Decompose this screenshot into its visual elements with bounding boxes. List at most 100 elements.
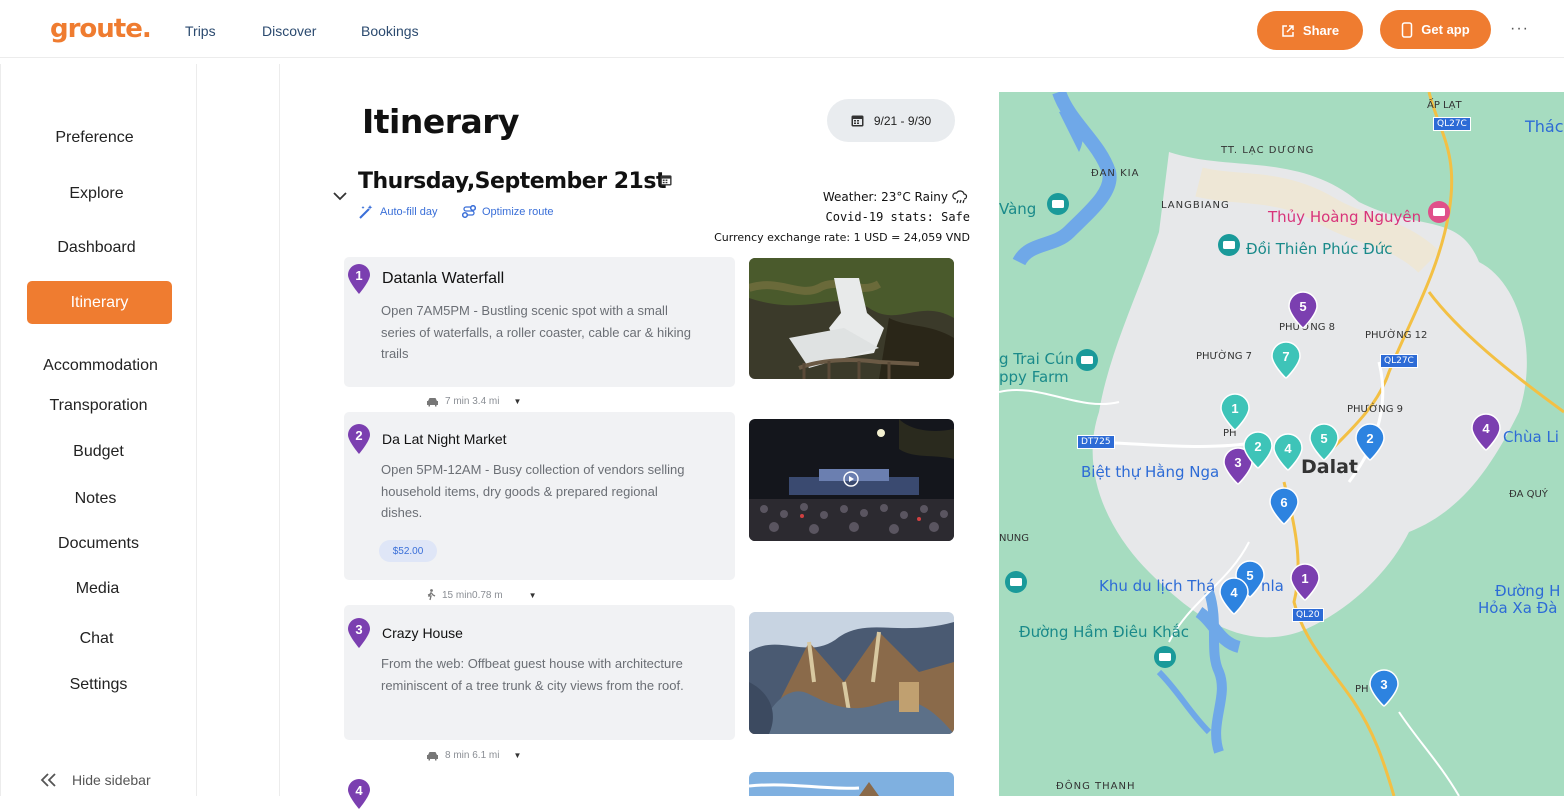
svg-text:2: 2 xyxy=(1366,431,1373,446)
share-icon xyxy=(1282,24,1294,37)
hide-sidebar-button[interactable]: Hide sidebar xyxy=(40,772,151,788)
page-title: Itinerary xyxy=(362,102,520,141)
auto-fill-day-button[interactable]: Auto-fill day xyxy=(359,205,437,219)
svg-text:5: 5 xyxy=(1246,568,1253,583)
purple-pin: 1 xyxy=(1290,563,1320,601)
sidebar-item-chat[interactable]: Chat xyxy=(0,630,195,648)
svg-text:5: 5 xyxy=(1299,299,1306,314)
calendar-icon xyxy=(851,115,864,127)
sidebar-item-preference[interactable]: Preference xyxy=(0,129,193,147)
walk-icon xyxy=(427,589,436,601)
teal-pin: 4 xyxy=(1273,433,1303,471)
auto-fill-day-label: Auto-fill day xyxy=(380,206,438,218)
nav-bookings[interactable]: Bookings xyxy=(361,23,419,39)
stop-desc-1: Open 7AM5PM - Bustling scenic spot with … xyxy=(381,303,691,361)
sidebar-item-notes[interactable]: Notes xyxy=(0,490,194,508)
sidebar-item-media[interactable]: Media xyxy=(0,580,196,598)
caret-down-icon[interactable]: ▼ xyxy=(513,397,521,406)
share-button[interactable]: Share xyxy=(1257,11,1363,50)
day-calendar-icon[interactable] xyxy=(660,174,672,186)
svg-text:1: 1 xyxy=(1231,401,1238,416)
svg-text:2: 2 xyxy=(355,428,362,443)
map-view[interactable]: ẤP LẠT QL27C Thác TT. LẠC DƯƠNG ĐAN KIA … xyxy=(999,92,1564,796)
sidebar-item-dashboard[interactable]: Dashboard xyxy=(0,239,195,257)
svg-text:4: 4 xyxy=(1284,441,1292,456)
svg-text:4: 4 xyxy=(1482,421,1490,436)
double-chevron-left-icon xyxy=(40,773,56,787)
waterfall-image xyxy=(749,258,954,379)
blue-pin: 3 xyxy=(1369,669,1399,707)
stop-desc-2: Open 5PM-12AM - Busy collection of vendo… xyxy=(381,462,685,520)
magic-wand-icon xyxy=(359,205,373,219)
more-menu-icon[interactable]: ··· xyxy=(1510,20,1529,38)
get-app-button[interactable]: Get app xyxy=(1380,10,1491,49)
blue-pin: 2 xyxy=(1355,423,1385,461)
teal-pin: 7 xyxy=(1271,341,1301,379)
currency-rate: Currency exchange rate: 1 USD = 24,059 V… xyxy=(714,231,970,244)
share-label: Share xyxy=(1302,23,1340,38)
nav-discover[interactable]: Discover xyxy=(262,23,316,39)
svg-text:3: 3 xyxy=(355,622,362,637)
stop-photo-4[interactable] xyxy=(749,772,954,796)
svg-text:3: 3 xyxy=(1234,455,1241,470)
stop-desc-3: From the web: Offbeat guest house with a… xyxy=(381,656,684,693)
teal-pin: 1 xyxy=(1220,393,1250,431)
svg-text:1: 1 xyxy=(355,268,362,283)
hide-sidebar-label: Hide sidebar xyxy=(72,772,151,788)
sidebar-item-accommodation[interactable]: Accommodation xyxy=(2,357,199,375)
stop-marker-4-icon: 4 xyxy=(348,779,370,809)
caret-down-icon[interactable]: ▼ xyxy=(529,591,537,600)
sidebar-item-explore[interactable]: Explore xyxy=(0,185,195,203)
groute-logo[interactable]: groute. xyxy=(50,14,152,44)
sidebar-item-settings[interactable]: Settings xyxy=(0,676,197,694)
crazy-house-image xyxy=(749,612,954,734)
stop-photo-1[interactable] xyxy=(749,258,954,379)
svg-text:5: 5 xyxy=(1320,431,1327,446)
stop-photo-2[interactable] xyxy=(749,419,954,541)
sidebar-item-itinerary[interactable]: Itinerary xyxy=(27,281,172,324)
price-badge: $52.00 xyxy=(379,540,437,562)
car-icon xyxy=(427,397,438,406)
travel-text-3: 8 min 6.1 mi xyxy=(445,750,500,761)
purple-pin: 5 xyxy=(1288,291,1318,329)
teal-pin: 5 xyxy=(1309,423,1339,461)
get-app-label: Get app xyxy=(1421,22,1470,37)
stop-name-1[interactable]: Datanla Waterfall xyxy=(382,270,504,288)
nav-trips[interactable]: Trips xyxy=(185,23,216,39)
sidebar-item-budget[interactable]: Budget xyxy=(0,443,197,461)
stop-name-2[interactable]: Da Lat Night Market xyxy=(382,431,507,447)
weather-text: Weather: 23°C Rainy xyxy=(822,190,948,204)
pagoda-image xyxy=(749,772,954,796)
purple-pin: 4 xyxy=(1471,413,1501,451)
travel-text-2: 15 min0.78 m xyxy=(442,589,503,601)
stop-marker-3-icon: 3 xyxy=(348,618,370,648)
blue-pin: 4 xyxy=(1219,577,1249,615)
blue-pin: 6 xyxy=(1269,487,1299,525)
route-pins: 5 3 1 4 7 1 2 4 5 2 6 5 4 3 xyxy=(1219,291,1501,707)
sidebar-item-transporation[interactable]: Transporation xyxy=(0,397,197,415)
travel-segment-1[interactable]: 7 min 3.4 mi ▼ xyxy=(426,396,521,407)
sidebar: Preference Explore Dashboard Accommodati… xyxy=(0,64,197,796)
travel-segment-3[interactable]: 8 min 6.1 mi ▼ xyxy=(426,750,521,761)
optimize-route-label: Optimize route xyxy=(482,205,554,218)
car-icon xyxy=(427,751,438,760)
sidebar-item-documents[interactable]: Documents xyxy=(0,535,197,553)
caret-down-icon[interactable]: ▼ xyxy=(513,751,521,760)
svg-text:3: 3 xyxy=(1380,677,1387,692)
stop-photo-3[interactable] xyxy=(749,612,954,734)
stop-marker-2-icon: 2 xyxy=(348,424,370,454)
travel-text-1: 7 min 3.4 mi xyxy=(445,396,500,407)
travel-segment-2[interactable]: 15 min0.78 m ▼ xyxy=(426,589,537,601)
svg-text:4: 4 xyxy=(1230,585,1238,600)
covid-stats: Covid-19 stats: Safe xyxy=(825,210,971,224)
optimize-route-button[interactable]: Optimize route xyxy=(462,205,554,218)
date-range-picker[interactable]: 9/21 - 9/30 xyxy=(827,99,955,142)
svg-text:6: 6 xyxy=(1280,495,1287,510)
collapse-day-chevron-icon[interactable] xyxy=(333,192,347,202)
weather-info: Weather: 23°C Rainy xyxy=(823,190,968,204)
date-range-label: 9/21 - 9/30 xyxy=(873,113,932,128)
rain-cloud-icon xyxy=(952,190,968,204)
svg-text:2: 2 xyxy=(1254,439,1261,454)
sidebar-divider xyxy=(198,64,280,796)
stop-name-3[interactable]: Crazy House xyxy=(382,625,463,641)
